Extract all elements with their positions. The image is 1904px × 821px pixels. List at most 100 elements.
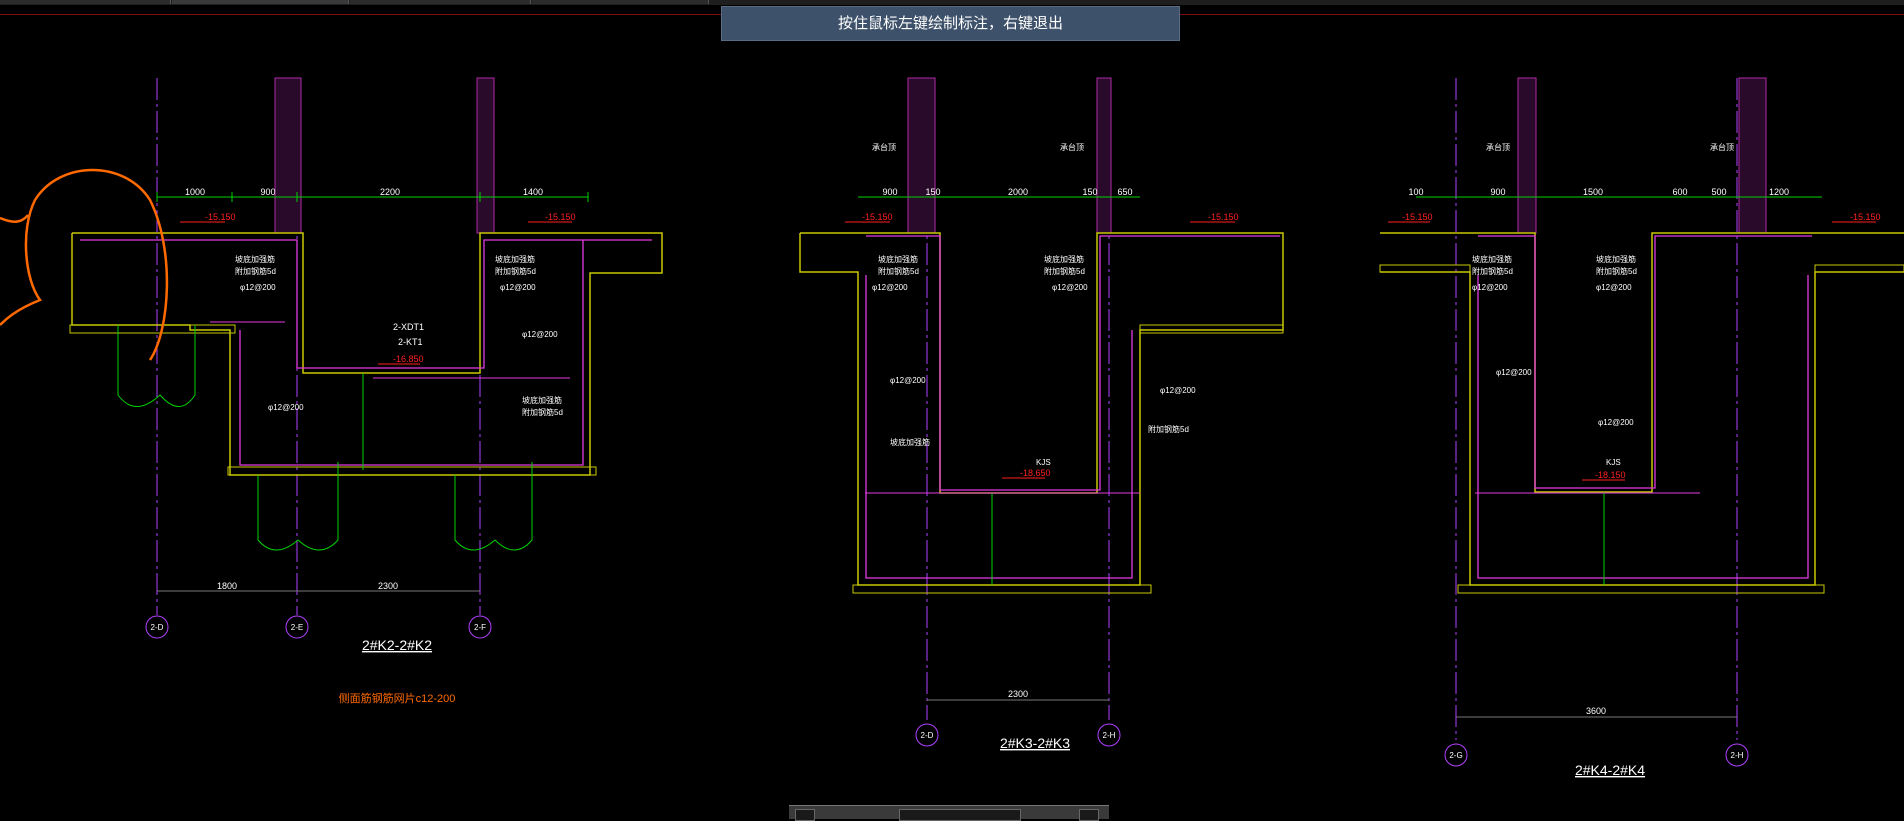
elevation-mark: -18.650 (1020, 468, 1051, 478)
dim-text: 1500 (1583, 187, 1603, 197)
slab-band (1457, 584, 1825, 594)
slab-band (69, 324, 236, 334)
command-input[interactable] (899, 809, 1021, 821)
elevation-mark: -15.150 (1850, 212, 1881, 222)
rebar-line (1478, 235, 1812, 489)
rebar-label: φ12@200 (1160, 386, 1196, 395)
rebar-note: 坡底加强筋 (890, 437, 930, 447)
rebar-label: φ12@200 (268, 403, 304, 412)
rebar-note: 附加钢筋5d (522, 407, 563, 417)
rebar-label: φ12@200 (522, 330, 558, 339)
dim-text: 900 (260, 187, 275, 197)
section-k3: 900 150 2000 150 650 -18.650 -15.150 -15… (799, 77, 1284, 751)
axis-label: 2-E (291, 623, 303, 632)
dim-text: 650 (1117, 187, 1132, 197)
side-label: 承台顶 (872, 142, 896, 152)
elevation-mark: -15.150 (1402, 212, 1433, 222)
rebar-note: 附加钢筋5d (1596, 266, 1637, 276)
section-k2: 1000 900 2200 1400 -15.150 -15.150 -16.8… (0, 77, 663, 705)
dim-text: 150 (925, 187, 940, 197)
cad-drawing-canvas[interactable]: 1000 900 2200 1400 -15.150 -15.150 -16.8… (0, 0, 1904, 818)
wall-hatch (476, 77, 495, 234)
member-label: 2-XDT1 (393, 322, 424, 332)
elevation-mark: -15.150 (545, 212, 576, 222)
dim-text: 150 (1082, 187, 1097, 197)
section-outline (1380, 271, 1904, 586)
nav-icon[interactable] (795, 809, 815, 821)
wall-hatch (1096, 77, 1112, 234)
markup-annotation[interactable] (0, 214, 29, 223)
rebar-label: φ12@200 (1052, 283, 1088, 292)
section-title: 2#K2-2#K2 (362, 637, 432, 653)
rebar-note: 附加钢筋5d (495, 266, 536, 276)
settings-icon[interactable] (1079, 809, 1099, 821)
rebar-note: 坡底加强筋 (878, 254, 918, 264)
axis-label: 2-H (1103, 731, 1116, 740)
rebar-label: φ12@200 (872, 283, 908, 292)
bottom-command-bar (789, 805, 1109, 821)
rebar-note: 附加钢筋5d (878, 266, 919, 276)
rebar-note: 附加钢筋5d (1472, 266, 1513, 276)
slab-band (1814, 264, 1904, 273)
rebar-label: φ12@200 (1496, 368, 1532, 377)
elevation-mark: -15.150 (862, 212, 893, 222)
member-label: 2-KT1 (398, 337, 423, 347)
markup-annotation[interactable] (0, 168, 169, 361)
rebar-label: φ12@200 (1598, 418, 1634, 427)
side-label: 承台顶 (1710, 142, 1734, 152)
dim-text: 500 (1711, 187, 1726, 197)
rebar-line (1477, 275, 1809, 579)
side-label: 承台顶 (1486, 142, 1510, 152)
section-k4: 100 900 1500 600 500 1200 -18.150 -15.15… (1379, 77, 1904, 778)
member-label: KJS (1606, 458, 1621, 467)
rebar-label: φ12@200 (500, 283, 536, 292)
section-title: 2#K4-2#K4 (1575, 762, 1645, 778)
section-title: 2#K3-2#K3 (1000, 735, 1070, 751)
dim-text: 600 (1672, 187, 1687, 197)
dim-text: 2000 (1008, 187, 1028, 197)
elevation-mark: -18.150 (1595, 470, 1626, 480)
elevation-mark: -15.150 (1208, 212, 1239, 222)
slab-band (227, 466, 597, 476)
dim-text: 100 (1408, 187, 1423, 197)
rebar-note: 坡底加强筋 (235, 254, 275, 264)
wall-hatch (274, 77, 302, 234)
section-outline (71, 232, 663, 476)
rebar-note: 附加钢筋5d (1148, 424, 1189, 434)
dim-text: 1400 (523, 187, 543, 197)
slab-band (1139, 324, 1284, 334)
wall-hatch (1517, 77, 1537, 234)
rebar-label: φ12@200 (1596, 283, 1632, 292)
dim-text: 1000 (185, 187, 205, 197)
elevation-mark: -16.850 (393, 354, 424, 364)
dim-text: 900 (1490, 187, 1505, 197)
elevation-mark: -15.150 (205, 212, 236, 222)
axis-label: 2-D (921, 731, 934, 740)
slab-band (852, 584, 1152, 594)
axis-label: 2-G (1449, 751, 1462, 760)
command-hint-tooltip: 按住鼠标左键绘制标注，右键退出 (721, 6, 1180, 41)
rebar-label: φ12@200 (240, 283, 276, 292)
rebar-note: 附加钢筋5d (235, 266, 276, 276)
dim-text: 1800 (217, 581, 237, 591)
dim-text: 900 (882, 187, 897, 197)
axis-label: 2-H (1731, 751, 1744, 760)
section-note: 侧面筋钢筋网片c12-200 (339, 691, 456, 705)
side-label: 承台顶 (1060, 142, 1084, 152)
rebar-note: 附加钢筋5d (1044, 266, 1085, 276)
rebar-label: φ12@200 (890, 376, 926, 385)
dim-text: 2300 (378, 581, 398, 591)
axis-label: 2-D (151, 623, 164, 632)
rebar-note: 坡底加强筋 (1596, 254, 1636, 264)
rebar-note: 坡底加强筋 (495, 254, 535, 264)
rebar-note: 坡底加强筋 (522, 395, 562, 405)
rebar-line (865, 275, 1133, 579)
wall-hatch (1738, 77, 1767, 234)
rebar-note: 坡底加强筋 (1044, 254, 1084, 264)
dim-text: 2200 (380, 187, 400, 197)
wall-hatch (907, 77, 936, 234)
rebar-note: 坡底加强筋 (1472, 254, 1512, 264)
dim-text: 1200 (1769, 187, 1789, 197)
rebar-label: φ12@200 (1472, 283, 1508, 292)
member-label: KJS (1036, 458, 1051, 467)
